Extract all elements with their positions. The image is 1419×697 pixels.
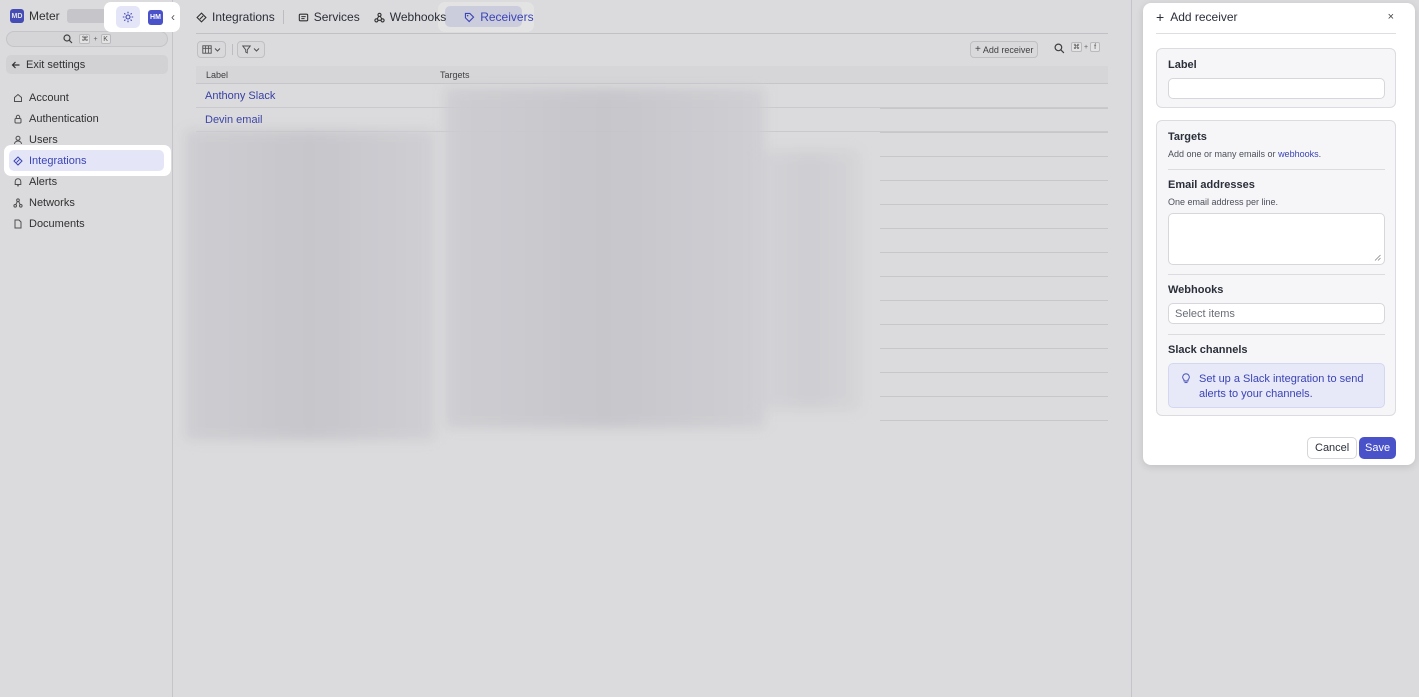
avatar[interactable]: HM [148, 9, 163, 25]
email-hint: One email address per line. [1168, 197, 1279, 207]
targets-subtitle: Add one or many emails or webhooks. [1168, 149, 1321, 159]
email-title: Email addresses [1168, 179, 1255, 191]
webhooks-title: Webhooks [1168, 284, 1224, 296]
settings-button[interactable] [116, 6, 140, 28]
section-divider [1168, 169, 1385, 170]
targets-title: Targets [1168, 131, 1207, 143]
sidebar-item-label: Integrations [29, 154, 87, 167]
add-receiver-drawer: + Add receiver × Label Targets Add one o… [1143, 3, 1415, 465]
chevron-left-icon[interactable]: ‹ [171, 10, 175, 24]
label-section: Label [1156, 48, 1396, 108]
targets-section: Targets Add one or many emails or webhoo… [1156, 120, 1396, 416]
targets-subtitle-text: Add one or many emails or [1168, 149, 1279, 159]
slack-callout-text: Set up a Slack integration to send alert… [1199, 373, 1364, 400]
gear-icon [122, 11, 134, 23]
lightbulb-icon [1182, 373, 1190, 384]
tab-label: Receivers [480, 10, 534, 24]
webhooks-select[interactable]: Select items [1168, 303, 1385, 324]
resize-handle-icon[interactable] [1374, 254, 1381, 261]
targets-subtitle-suffix: . [1318, 149, 1322, 159]
slack-setup-callout[interactable]: Set up a Slack integration to send alert… [1168, 363, 1385, 408]
drawer-divider [1156, 33, 1396, 34]
integrations-icon [13, 155, 23, 166]
drawer-header: + Add receiver [1156, 10, 1238, 24]
cancel-button[interactable]: Cancel [1307, 437, 1358, 459]
section-divider [1168, 274, 1385, 275]
top-controls: HM ‹ [104, 2, 180, 32]
section-divider [1168, 334, 1385, 335]
email-textarea[interactable] [1168, 213, 1385, 265]
slack-title: Slack channels [1168, 344, 1248, 356]
label-title: Label [1168, 59, 1197, 71]
tag-icon [465, 12, 475, 22]
sidebar-item-integrations[interactable]: Integrations [6, 150, 168, 171]
label-input[interactable] [1168, 78, 1385, 99]
save-button[interactable]: Save [1359, 437, 1397, 459]
plus-icon: + [1156, 9, 1165, 25]
tab-receivers[interactable]: Receivers [464, 7, 534, 27]
webhooks-link[interactable]: webhooks [1278, 149, 1319, 159]
drawer-title: Add receiver [1170, 10, 1238, 24]
close-icon[interactable]: × [1388, 11, 1394, 23]
